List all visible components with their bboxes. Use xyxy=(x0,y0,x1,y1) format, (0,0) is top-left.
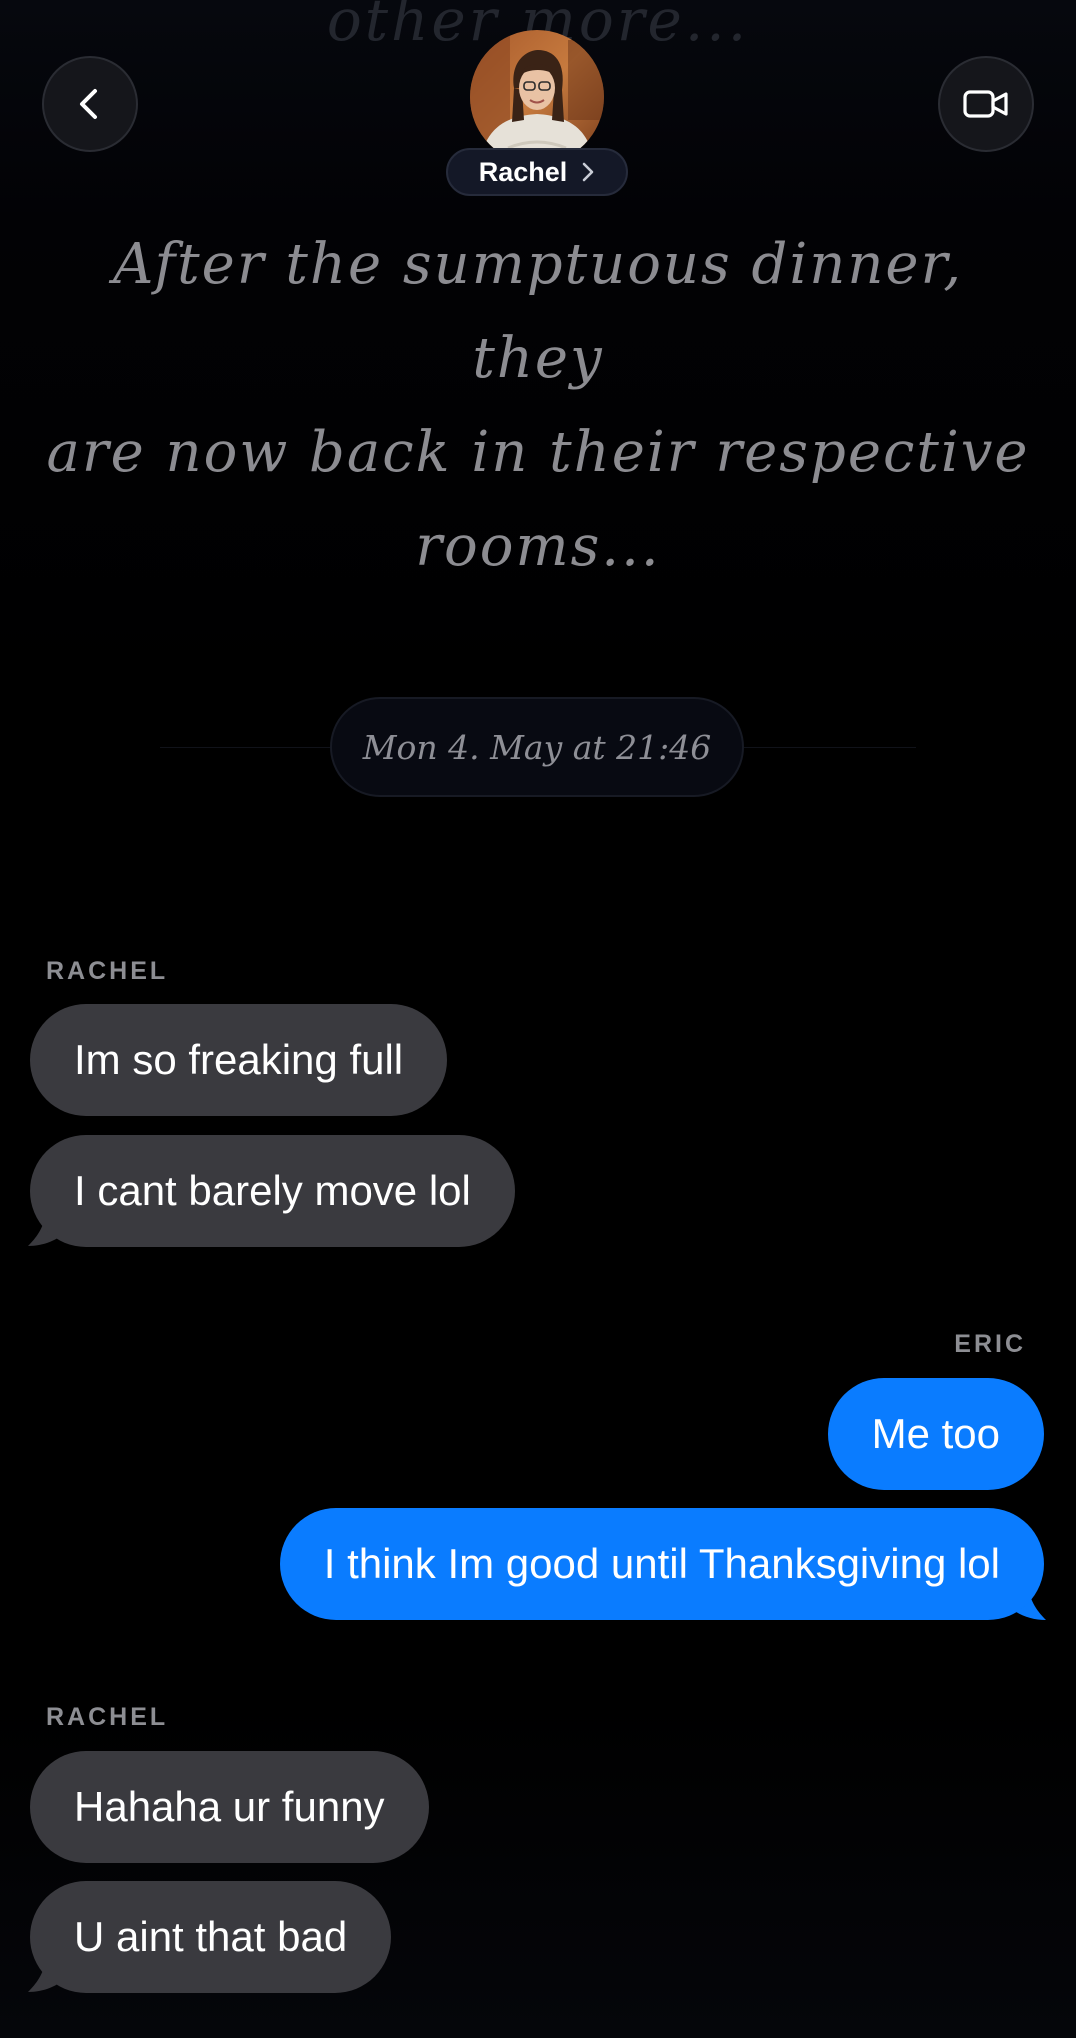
date-separator: Mon 4. May at 21:46 xyxy=(330,697,744,797)
narration-text: After the sumptuous dinner, they are now… xyxy=(40,218,1036,594)
contact-avatar[interactable] xyxy=(470,30,604,164)
message-bubble-outgoing[interactable]: I think Im good until Thanksgiving lol xyxy=(279,1508,1044,1620)
video-camera-icon xyxy=(963,90,1008,118)
contact-name-button[interactable]: Rachel xyxy=(446,148,628,196)
sender-label: RACHEL xyxy=(46,1703,169,1731)
chevron-left-icon xyxy=(80,89,97,119)
message-bubble-incoming[interactable]: U aint that bad xyxy=(30,1881,392,1993)
sender-label: ERIC xyxy=(954,1330,1026,1358)
narration-line: After the sumptuous dinner, they xyxy=(112,232,963,391)
sender-label: RACHEL xyxy=(46,957,169,985)
message-bubble-incoming[interactable]: Im so freaking full xyxy=(30,1004,448,1116)
contact-name: Rachel xyxy=(478,156,568,187)
message-bubble-outgoing[interactable]: Me too xyxy=(827,1378,1044,1490)
chevron-right-icon xyxy=(582,162,594,182)
message-bubble-incoming[interactable]: Hahaha ur funny xyxy=(30,1751,429,1863)
chat-screen: other more... Rachel After the sumptuous… xyxy=(0,0,1076,2038)
narration-line: are now back in their respective xyxy=(46,420,1030,485)
back-button[interactable] xyxy=(42,56,138,152)
video-call-button[interactable] xyxy=(938,56,1034,152)
message-bubble-incoming[interactable]: I cant barely move lol xyxy=(30,1135,515,1247)
narration-line: rooms... xyxy=(415,514,661,579)
